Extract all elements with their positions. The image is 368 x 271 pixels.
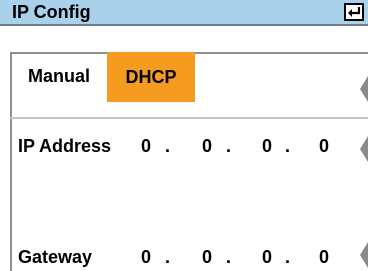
ip-octet-2[interactable]: 0	[202, 136, 212, 157]
gateway-octet-3[interactable]: 0	[262, 247, 272, 268]
softkey-arrow-icon[interactable]	[358, 136, 368, 162]
ip-octet-3[interactable]: 0	[262, 136, 272, 157]
ip-dot: .	[165, 136, 171, 156]
gateway-label: Gateway	[18, 247, 93, 267]
enter-button[interactable]	[344, 3, 364, 21]
softkey-arrow-icon[interactable]	[358, 242, 368, 268]
gateway-octet-4[interactable]: 0	[319, 247, 329, 268]
ip-dot: .	[226, 136, 232, 156]
ip-address-label: IP Address	[18, 136, 112, 156]
dhcp-button[interactable]: DHCP	[107, 52, 195, 102]
gateway-octet-2[interactable]: 0	[202, 247, 212, 268]
gateway-dot: .	[285, 247, 291, 267]
window-title: IP Config	[12, 2, 91, 22]
title-bar: IP Config	[0, 0, 368, 26]
gateway-dot: .	[226, 247, 232, 267]
ip-octet-4[interactable]: 0	[319, 136, 329, 157]
softkey-arrow-icon[interactable]	[358, 76, 368, 102]
enter-icon	[348, 7, 361, 17]
dhcp-label: DHCP	[125, 66, 177, 87]
ip-octet-1[interactable]: 0	[141, 136, 151, 157]
gateway-octet-1[interactable]: 0	[141, 247, 151, 268]
gateway-dot: .	[165, 247, 171, 267]
ip-dot: .	[285, 136, 291, 156]
divider	[10, 117, 368, 119]
manual-button[interactable]: Manual	[28, 66, 90, 87]
